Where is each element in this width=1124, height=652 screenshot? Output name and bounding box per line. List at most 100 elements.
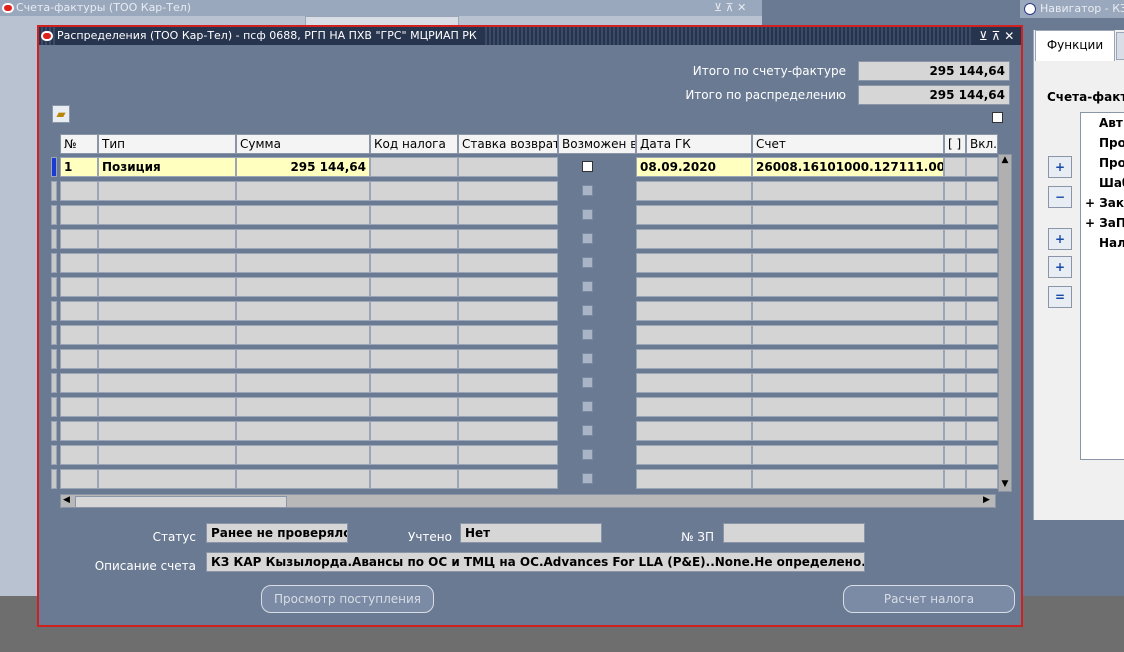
cell-account[interactable] xyxy=(752,229,944,249)
cell-no[interactable] xyxy=(60,397,98,417)
cell-type[interactable] xyxy=(98,253,236,273)
cell-rate[interactable] xyxy=(458,277,558,297)
cell-tax-code[interactable] xyxy=(370,301,458,321)
possible-checkbox[interactable] xyxy=(582,257,593,268)
cell-gl-date[interactable] xyxy=(636,349,752,369)
cell-type[interactable] xyxy=(98,397,236,417)
cell-tax-code[interactable] xyxy=(370,469,458,489)
cell-amount[interactable] xyxy=(236,229,370,249)
cell-account[interactable] xyxy=(752,349,944,369)
cell-rate[interactable] xyxy=(458,373,558,393)
cell-no[interactable] xyxy=(60,373,98,393)
cell-amount[interactable] xyxy=(236,325,370,345)
cell-type[interactable] xyxy=(98,421,236,441)
cell-tax-code[interactable] xyxy=(370,397,458,417)
background-window-titlebar[interactable]: Счета-фактуры (ТОО Кар-Тел) ⊻ ⊼ ✕ xyxy=(0,0,762,16)
cell-bracket[interactable] xyxy=(944,277,966,297)
possible-checkbox[interactable] xyxy=(582,473,593,484)
list-item[interactable]: + ЗаП xyxy=(1081,213,1124,233)
cell-incl[interactable] xyxy=(966,469,998,489)
cell-gl-date[interactable] xyxy=(636,325,752,345)
cell-no[interactable] xyxy=(60,277,98,297)
row-indicator[interactable] xyxy=(51,325,57,345)
column-header-account[interactable]: Счет xyxy=(752,134,944,154)
row-indicator[interactable] xyxy=(51,397,57,417)
cell-bracket[interactable] xyxy=(944,373,966,393)
navigator-list[interactable]: Авт Про Про Шаб + Заку + ЗаП Нал xyxy=(1080,112,1124,460)
cell-gl-date[interactable] xyxy=(636,229,752,249)
cell-bracket[interactable] xyxy=(944,205,966,225)
cell-gl-date[interactable]: 08.09.2020 xyxy=(636,157,752,177)
column-header-incl[interactable]: Вкл. xyxy=(966,134,998,154)
cell-amount[interactable] xyxy=(236,349,370,369)
cell-gl-date[interactable] xyxy=(636,421,752,441)
cell-rate[interactable] xyxy=(458,229,558,249)
cell-amount[interactable] xyxy=(236,445,370,465)
cell-account[interactable] xyxy=(752,301,944,321)
folder-icon[interactable]: ▰ xyxy=(52,105,70,123)
cell-account[interactable] xyxy=(752,445,944,465)
possible-checkbox[interactable] xyxy=(582,209,593,220)
cell-tax-code[interactable] xyxy=(370,277,458,297)
scroll-down-icon[interactable]: ▼ xyxy=(1000,479,1010,491)
cell-bracket[interactable] xyxy=(944,253,966,273)
row-indicator[interactable] xyxy=(51,253,57,273)
scroll-right-icon[interactable]: ▶ xyxy=(983,495,993,507)
po-number-field[interactable] xyxy=(723,523,865,543)
cell-account[interactable] xyxy=(752,325,944,345)
collapse-all-icon[interactable]: = xyxy=(1048,286,1072,308)
cell-type[interactable] xyxy=(98,301,236,321)
column-header-bracket[interactable]: [ ] xyxy=(944,134,966,154)
row-indicator[interactable] xyxy=(51,373,57,393)
cell-account[interactable] xyxy=(752,421,944,441)
cell-tax-code[interactable] xyxy=(370,349,458,369)
cell-incl[interactable] xyxy=(966,253,998,273)
cell-account[interactable] xyxy=(752,277,944,297)
select-all-checkbox[interactable] xyxy=(992,112,1003,123)
vertical-scrollbar[interactable]: ▲ ▼ xyxy=(998,154,1012,492)
cell-amount[interactable] xyxy=(236,277,370,297)
cell-amount[interactable] xyxy=(236,253,370,273)
cell-incl[interactable] xyxy=(966,397,998,417)
cell-no[interactable] xyxy=(60,421,98,441)
possible-checkbox[interactable] xyxy=(582,281,593,292)
cell-rate[interactable] xyxy=(458,445,558,465)
cell-incl[interactable] xyxy=(966,301,998,321)
column-header-tax-code[interactable]: Код налога xyxy=(370,134,458,154)
list-item[interactable]: Нал xyxy=(1081,233,1124,253)
cell-bracket[interactable] xyxy=(944,229,966,249)
list-item[interactable]: + Заку xyxy=(1081,193,1124,213)
cell-tax-code[interactable] xyxy=(370,373,458,393)
scroll-left-icon[interactable]: ◀ xyxy=(63,495,73,507)
cell-incl[interactable] xyxy=(966,325,998,345)
row-indicator[interactable] xyxy=(51,205,57,225)
column-header-type[interactable]: Тип xyxy=(98,134,236,154)
list-item[interactable]: Про xyxy=(1081,133,1124,153)
navigator-titlebar[interactable]: Навигатор - КЗ xyxy=(1020,0,1124,18)
cell-account[interactable] xyxy=(752,397,944,417)
column-header-rate[interactable]: Ставка возврат xyxy=(458,134,558,154)
cell-account[interactable] xyxy=(752,373,944,393)
collapse-icon[interactable]: − xyxy=(1048,186,1072,208)
cell-type[interactable]: Позиция xyxy=(98,157,236,177)
cell-no[interactable] xyxy=(60,301,98,321)
column-header-no[interactable]: № xyxy=(60,134,98,154)
cell-amount[interactable] xyxy=(236,373,370,393)
cell-tax-code[interactable] xyxy=(370,325,458,345)
cell-incl[interactable] xyxy=(966,157,998,177)
window-titlebar[interactable]: Распределения (ТОО Кар-Тел) - псф 0688, … xyxy=(39,27,1021,45)
cell-no[interactable]: 1 xyxy=(60,157,98,177)
list-item[interactable]: Авт xyxy=(1081,113,1124,133)
cell-tax-code[interactable] xyxy=(370,181,458,201)
cell-gl-date[interactable] xyxy=(636,397,752,417)
cell-amount[interactable] xyxy=(236,205,370,225)
cell-rate[interactable] xyxy=(458,469,558,489)
scroll-thumb[interactable] xyxy=(75,496,287,508)
expand-branch-icon[interactable]: + xyxy=(1048,228,1072,250)
possible-checkbox[interactable] xyxy=(582,185,593,196)
cell-type[interactable] xyxy=(98,277,236,297)
cell-tax-code[interactable] xyxy=(370,445,458,465)
cell-bracket[interactable] xyxy=(944,325,966,345)
cell-rate[interactable] xyxy=(458,397,558,417)
cell-bracket[interactable] xyxy=(944,445,966,465)
